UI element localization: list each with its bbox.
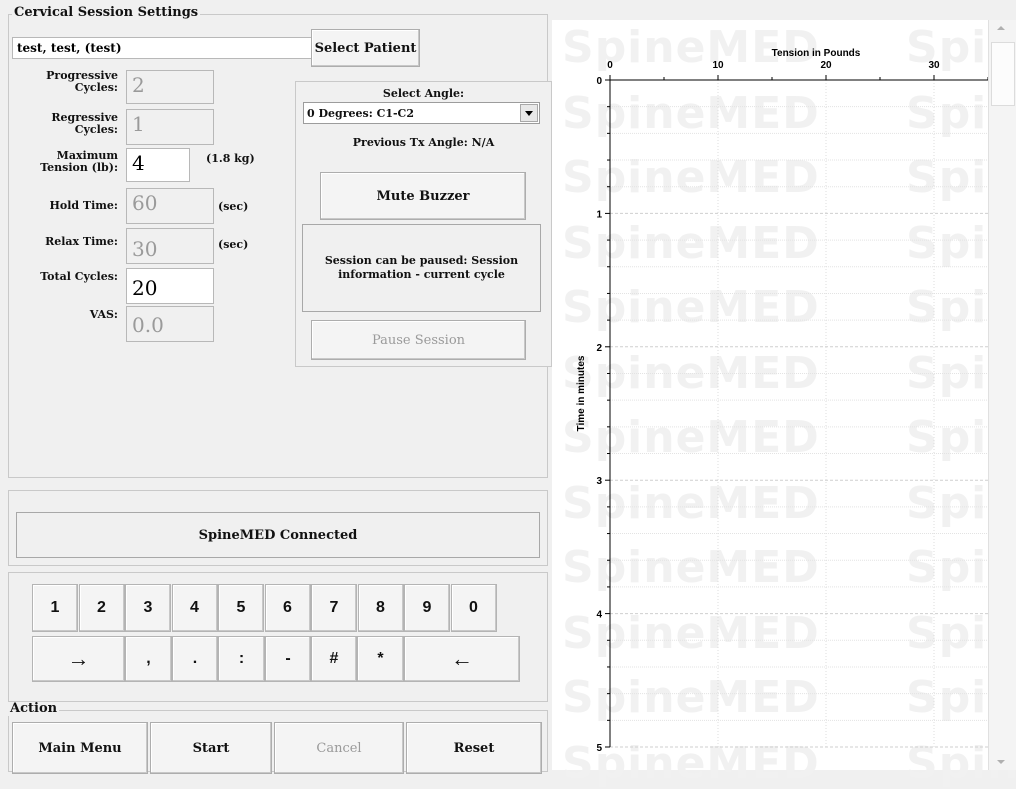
regressive-cycles-label: Regressive Cycles: (51, 111, 118, 136)
y-tick-label: 1 (596, 209, 602, 220)
key-7[interactable]: 7 (311, 584, 357, 632)
key-hash[interactable]: # (311, 636, 357, 682)
y-tick-label: 5 (596, 743, 602, 754)
relax-time-unit: (sec) (218, 238, 249, 251)
x-tick-label: 30 (928, 60, 940, 71)
y-axis-title: Time in minutes (576, 355, 587, 431)
x-tick-label: 10 (712, 60, 724, 71)
key-0[interactable]: 0 (450, 584, 497, 632)
scroll-down-arrow-icon[interactable] (997, 760, 1005, 764)
vas-field[interactable]: 0.0 (126, 306, 214, 342)
x-tick-label: 0 (607, 60, 613, 71)
cervical-session-settings-title: Cervical Session Settings (12, 5, 201, 20)
x-axis-title: Tension in Pounds (772, 48, 861, 59)
patient-name-field[interactable]: test, test, (test) (12, 37, 312, 59)
tension-chart-area: SpineMEDSpineMEDSpineMEDSpineMEDSpineMED… (552, 20, 1016, 789)
hold-time-field[interactable]: 60 (126, 188, 214, 224)
key-6[interactable]: 6 (264, 584, 311, 632)
y-tick-label: 0 (596, 76, 602, 87)
angle-dropdown[interactable]: 0 Degrees: C1-C2 (303, 102, 540, 124)
relax-time-field[interactable]: 30 (126, 228, 214, 264)
max-tension-field[interactable]: 4 (126, 148, 190, 182)
total-cycles-field[interactable]: 20 (126, 268, 214, 304)
select-patient-button[interactable]: Select Patient (311, 29, 420, 67)
scroll-up-arrow-icon[interactable] (997, 26, 1005, 30)
progressive-cycles-field[interactable]: 2 (126, 70, 214, 104)
select-angle-title: Select Angle: (382, 87, 465, 100)
key-5[interactable]: 5 (218, 584, 264, 632)
session-info-text: Session can be paused: Session informati… (324, 254, 519, 281)
key-8[interactable]: 8 (357, 584, 404, 632)
vas-label: VAS: (89, 308, 118, 321)
hold-time-label: Hold Time: (49, 199, 119, 212)
y-tick-label: 4 (596, 610, 602, 621)
key-1[interactable]: 1 (32, 584, 78, 632)
max-tension-kg: (1.8 kg) (206, 152, 255, 165)
cancel-button[interactable]: Cancel (274, 722, 404, 774)
connection-status: SpineMED Connected (16, 512, 540, 558)
connection-status-text: SpineMED Connected (198, 527, 358, 543)
key-right-arrow[interactable]: → (32, 636, 125, 682)
x-tick-label: 20 (820, 60, 832, 71)
reset-button[interactable]: Reset (406, 722, 542, 774)
key-asterisk[interactable]: * (357, 636, 404, 682)
key-3[interactable]: 3 (125, 584, 171, 632)
y-tick-label: 3 (596, 476, 602, 487)
main-menu-button[interactable]: Main Menu (12, 722, 148, 774)
y-tick-label: 2 (596, 343, 602, 354)
angle-dropdown-value: 0 Degrees: C1-C2 (307, 107, 414, 120)
total-cycles-label: Total Cycles: (40, 270, 118, 283)
session-info-box: Session can be paused: Session informati… (302, 224, 541, 312)
start-button[interactable]: Start (150, 722, 272, 774)
action-title: Action (8, 701, 60, 716)
hold-time-unit: (sec) (218, 200, 249, 213)
chevron-down-icon[interactable] (520, 104, 538, 122)
scrollbar-thumb[interactable] (991, 42, 1015, 106)
previous-angle-text: Previous Tx Angle: N/A (352, 136, 495, 149)
regressive-cycles-field[interactable]: 1 (126, 109, 214, 145)
key-dash[interactable]: - (265, 636, 311, 682)
relax-time-label: Relax Time: (45, 235, 118, 248)
max-tension-label: Maximum Tension (lb): (40, 149, 118, 174)
key-colon[interactable]: : (218, 636, 265, 682)
progressive-cycles-label: Progressive Cycles: (46, 69, 118, 94)
tension-chart: 0 10 20 30 0 1 2 3 4 5 Tension in Pounds Time in mi… (576, 48, 988, 754)
key-2[interactable]: 2 (78, 584, 125, 632)
key-4[interactable]: 4 (171, 584, 218, 632)
vertical-scrollbar[interactable] (988, 20, 1016, 770)
key-period[interactable]: . (172, 636, 218, 682)
key-backspace-arrow[interactable]: ← (404, 636, 520, 682)
key-comma[interactable]: , (125, 636, 172, 682)
mute-buzzer-button[interactable]: Mute Buzzer (320, 172, 526, 220)
key-9[interactable]: 9 (404, 584, 450, 632)
pause-session-button[interactable]: Pause Session (311, 320, 526, 360)
